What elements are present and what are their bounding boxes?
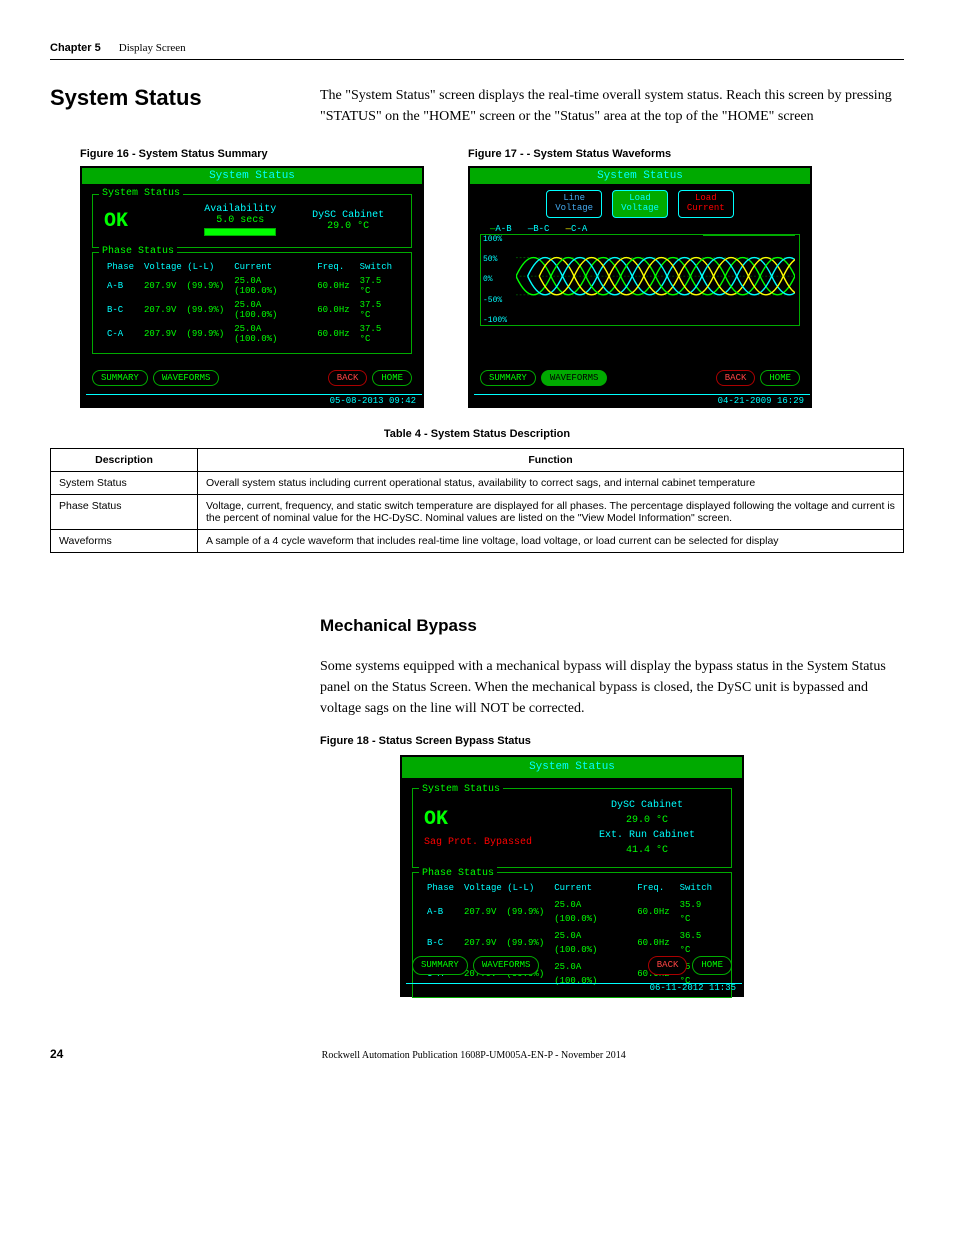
table-row: WaveformsA sample of a 4 cycle waveform … [51, 530, 904, 553]
table4-caption: Table 4 - System Status Description [50, 428, 904, 440]
page-number: 24 [50, 1047, 63, 1061]
phase-row: A-B207.9V(99.9%)25.0A (100.0%)60.0Hz35.9… [423, 898, 721, 927]
cabinet-label: DySC Cabinet [312, 210, 384, 221]
publication-info: Rockwell Automation Publication 1608P-UM… [322, 1050, 626, 1061]
availability-value: 5.0 secs [216, 215, 264, 226]
ext-cabinet-temp: 41.4 °C [626, 845, 668, 856]
table4: DescriptionFunction System StatusOverall… [50, 448, 904, 553]
waveforms-button[interactable]: WAVEFORMS [541, 370, 608, 386]
legend-ca: C-A [571, 224, 587, 234]
screen-title: System Status [470, 168, 810, 184]
figure18-screen: System Status System Status OK Sag Prot.… [400, 755, 744, 997]
home-button[interactable]: HOME [372, 370, 412, 386]
col-current: Current [230, 261, 311, 273]
chapter-title: Display Screen [119, 42, 186, 54]
phase-status-legend: Phase Status [99, 246, 177, 257]
screen-title: System Status [402, 757, 742, 778]
phase-row: C-A207.9V(99.9%)25.0A (100.0%)60.0Hz37.5… [103, 323, 401, 345]
phase-row: B-C207.9V(99.9%)25.0A (100.0%)60.0Hz37.5… [103, 299, 401, 321]
table-row: Phase StatusVoltage, current, frequency,… [51, 495, 904, 530]
waveforms-button[interactable]: WAVEFORMS [473, 956, 540, 976]
system-status-legend: System Status [419, 782, 503, 797]
load-voltage-tab[interactable]: LoadVoltage [612, 190, 668, 218]
availability-label: Availability [204, 204, 276, 215]
cabinet-temp: 29.0 °C [327, 221, 369, 232]
load-current-tab[interactable]: LoadCurrent [678, 190, 734, 218]
system-status-legend: System Status [99, 188, 183, 199]
status-ok: OK [424, 808, 448, 831]
screen-timestamp: 05-08-2013 09:42 [330, 396, 416, 406]
phase-status-legend: Phase Status [419, 866, 497, 881]
summary-button[interactable]: SUMMARY [412, 956, 468, 976]
figure16-caption: Figure 16 - System Status Summary [80, 148, 428, 160]
section-intro: The "System Status" screen displays the … [320, 85, 904, 127]
col-voltage: Voltage (L-L) [140, 261, 228, 273]
summary-button[interactable]: SUMMARY [480, 370, 536, 386]
chapter-number: Chapter 5 [50, 42, 101, 54]
legend-bc: B-C [533, 224, 549, 234]
cabinet-label: DySC Cabinet [611, 800, 683, 811]
figure18-caption: Figure 18 - Status Screen Bypass Status [320, 733, 904, 750]
screen-timestamp: 04-21-2009 16:29 [718, 396, 804, 406]
figure16-screen: System Status System Status OK Availabil… [80, 166, 424, 408]
bypass-title: Mechanical Bypass [320, 613, 904, 639]
col-function: Function [198, 449, 904, 472]
bypass-text: Some systems equipped with a mechanical … [320, 656, 904, 719]
waveform-chart: Line Voltage (L-L) 100%50%0%-50%-100% [480, 234, 800, 326]
sag-bypassed: Sag Prot. Bypassed [424, 837, 532, 848]
figure17-caption: Figure 17 - - System Status Waveforms [468, 148, 816, 160]
ext-cabinet-label: Ext. Run Cabinet [599, 830, 695, 841]
status-ok: OK [104, 210, 128, 233]
chart-label: Line Voltage (L-L) [703, 234, 795, 236]
waveforms-button[interactable]: WAVEFORMS [153, 370, 220, 386]
screen-title: System Status [82, 168, 422, 184]
home-button[interactable]: HOME [692, 956, 732, 976]
legend-ab: A-B [495, 224, 511, 234]
back-button[interactable]: BACK [648, 956, 688, 976]
section-title: System Status [50, 85, 290, 111]
cabinet-temp: 29.0 °C [626, 815, 668, 826]
col-switch: Switch [356, 261, 401, 273]
table-row: System StatusOverall system status inclu… [51, 472, 904, 495]
chapter-header: Chapter 5 Display Screen [50, 40, 904, 60]
col-phase: Phase [103, 261, 138, 273]
screen-timestamp: 06-11-2012 11:35 [650, 982, 736, 996]
figure17-screen: System Status LineVoltage LoadVoltage Lo… [468, 166, 812, 408]
back-button[interactable]: BACK [328, 370, 368, 386]
back-button[interactable]: BACK [716, 370, 756, 386]
line-voltage-tab[interactable]: LineVoltage [546, 190, 602, 218]
col-freq: Freq. [313, 261, 353, 273]
col-description: Description [51, 449, 198, 472]
home-button[interactable]: HOME [760, 370, 800, 386]
phase-row: A-B207.9V(99.9%)25.0A (100.0%)60.0Hz37.5… [103, 275, 401, 297]
summary-button[interactable]: SUMMARY [92, 370, 148, 386]
